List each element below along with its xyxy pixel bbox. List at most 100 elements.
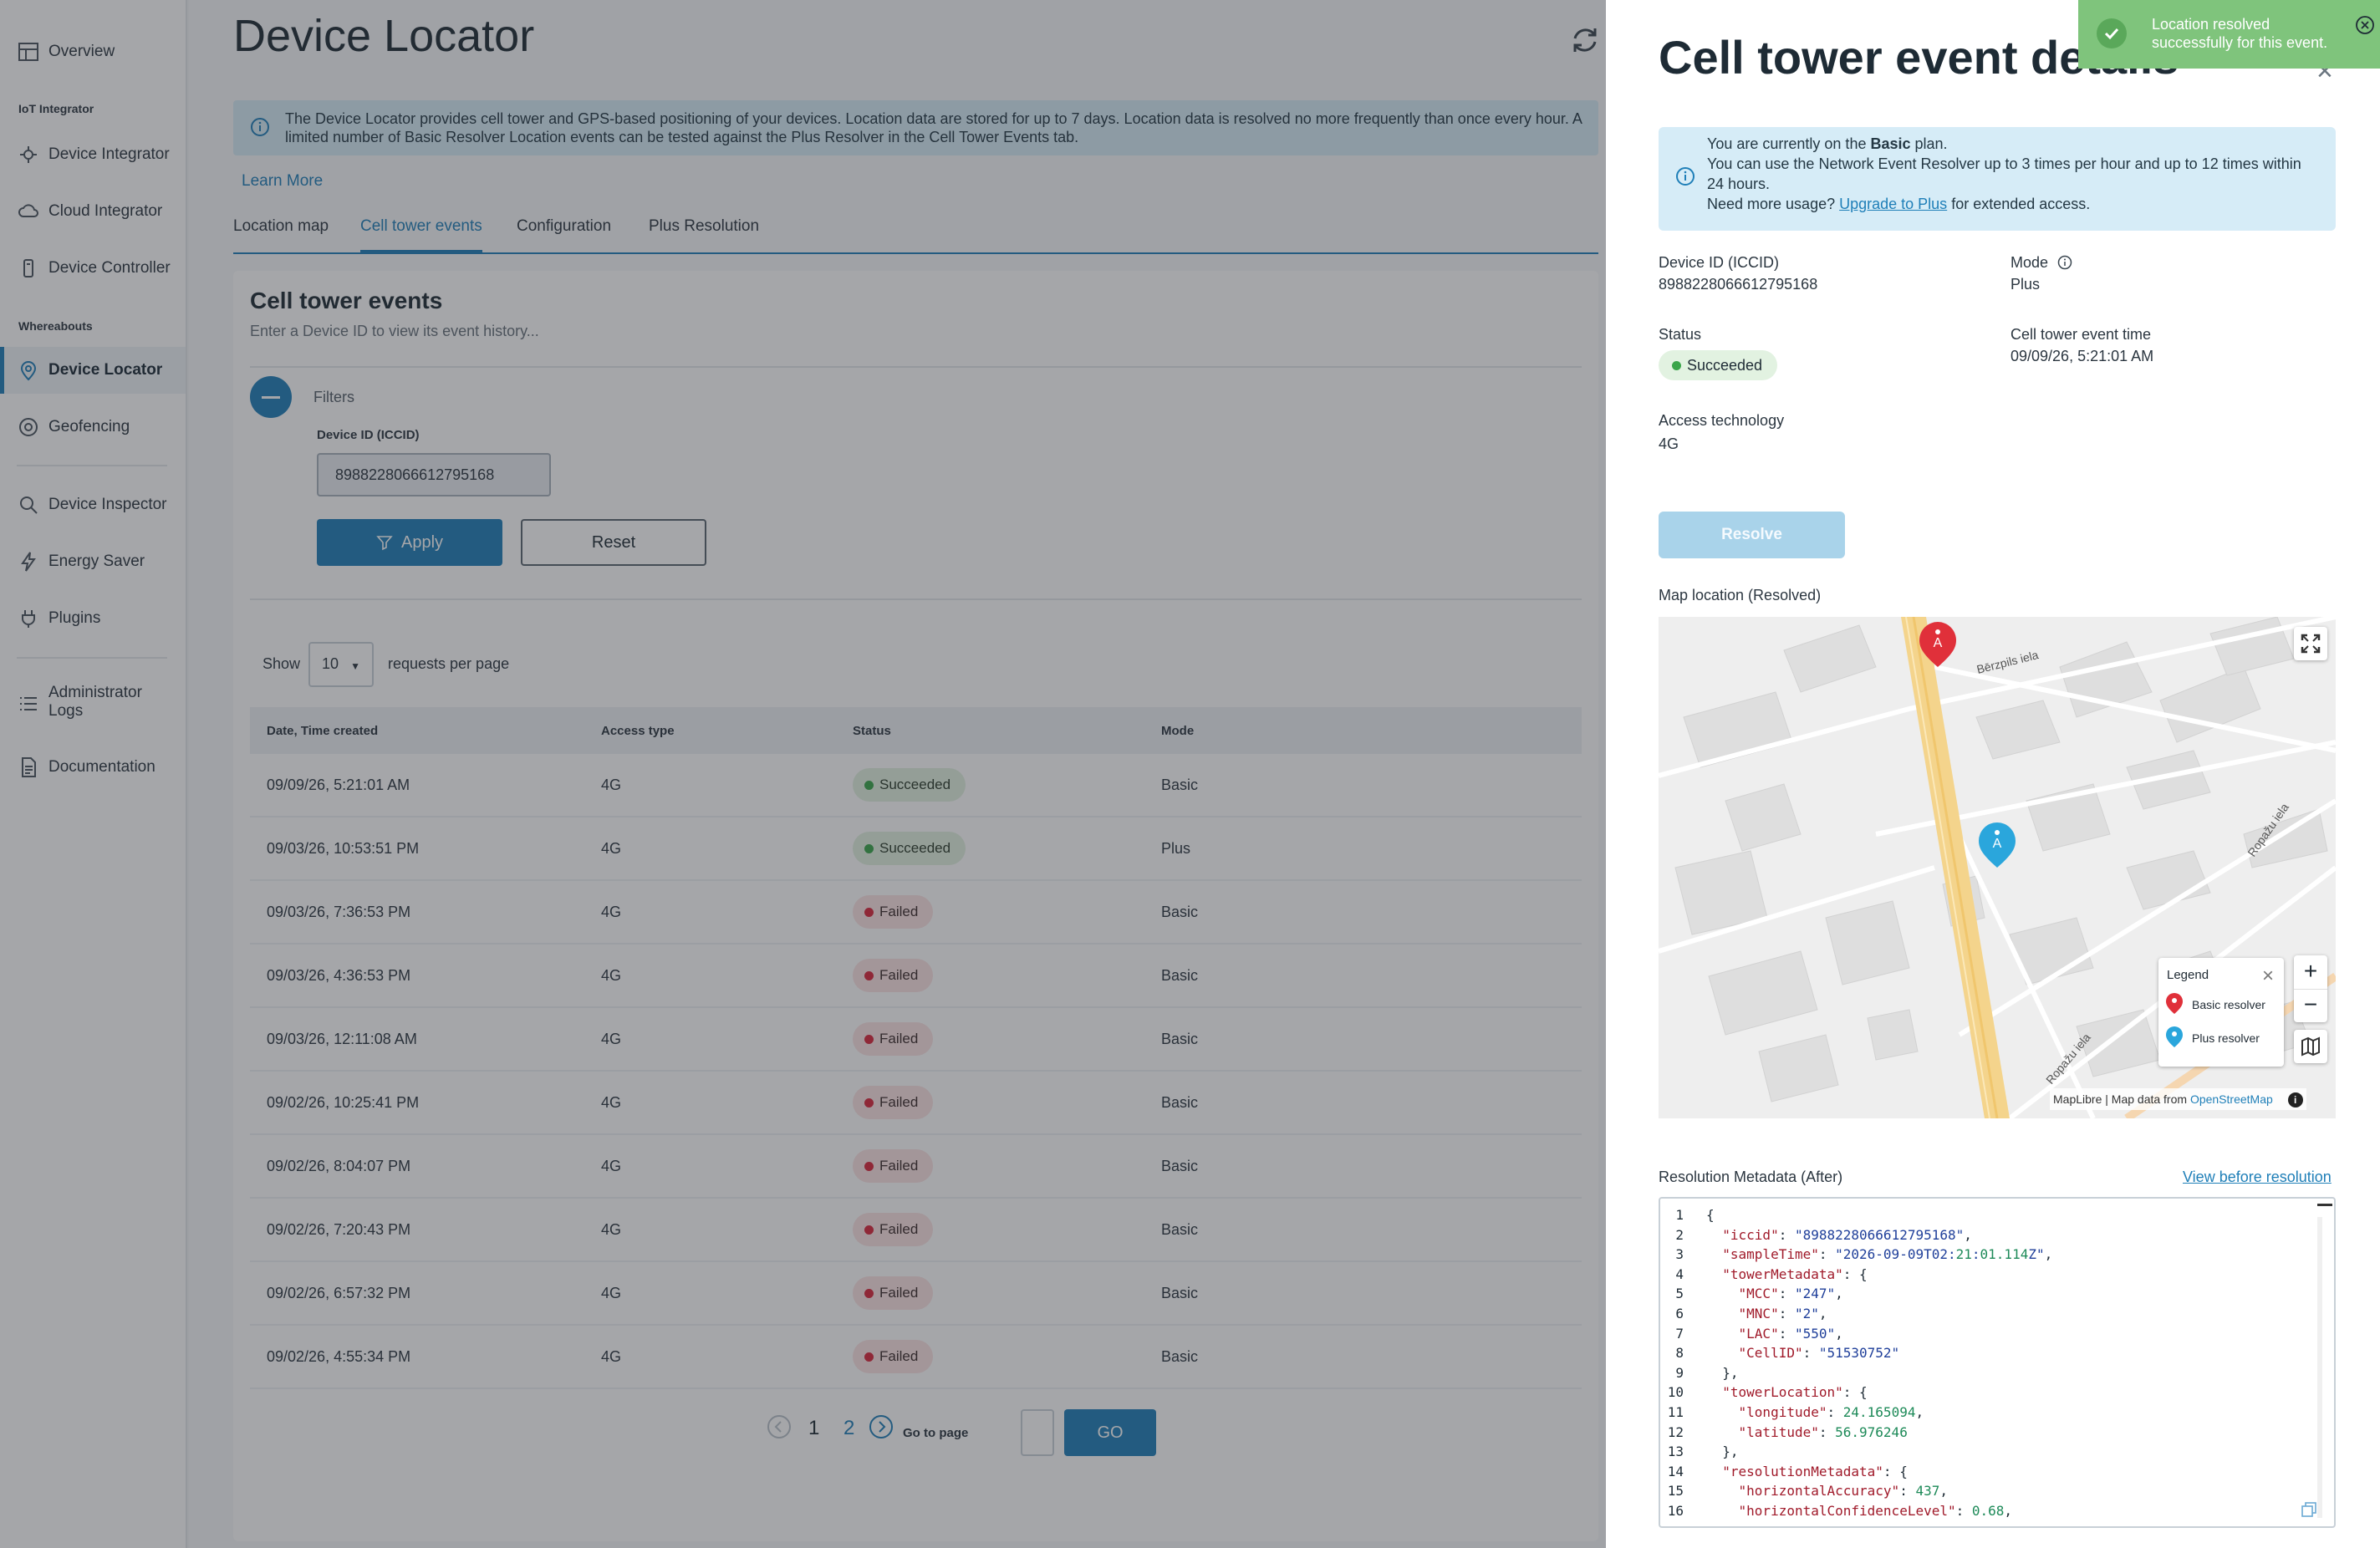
event-time-label: Cell tower event time [2011, 326, 2152, 343]
line-number: 5 [1675, 1286, 1684, 1302]
legend-close-icon[interactable]: × [2262, 965, 2274, 988]
code-line: 3 "sampleTime": "2026-09-09T02:21:01.114… [1660, 1246, 2296, 1266]
zoom-controls: + − [2294, 955, 2327, 1022]
code-line: 4 "towerMetadata": { [1660, 1266, 2296, 1286]
event-time-value: 09/09/26, 5:21:01 AM [2011, 348, 2154, 364]
code-line: 10 "towerLocation": { [1660, 1384, 2296, 1404]
access-tech-label: Access technology [1659, 412, 1785, 429]
map-attribution: MapLibre | Map data from OpenStreetMap i [2050, 1088, 2306, 1110]
copy-icon[interactable] [2299, 1500, 2319, 1520]
code-line: 1{ [1660, 1207, 2296, 1227]
info-icon [1675, 166, 1695, 191]
plan-line-3: Need more usage? Upgrade to Plus for ext… [1707, 194, 2319, 214]
line-number: 13 [1667, 1444, 1684, 1460]
plan-info-box: You are currently on the Basic plan. You… [1659, 127, 2336, 231]
line-number: 10 [1667, 1384, 1684, 1401]
mode-label-text: Mode [2011, 254, 2049, 271]
code-text: "resolutionMetadata": { [1722, 1463, 1908, 1479]
expand-icon [2301, 634, 2321, 654]
code-line: 2 "iccid": "8988228066612795168", [1660, 1227, 2296, 1247]
code-line: 9 }, [1660, 1365, 2296, 1385]
toast-line-2: successfully for this event. [2152, 34, 2328, 51]
code-text: "towerMetadata": { [1722, 1265, 1868, 1282]
code-text: "iccid": "8988228066612795168", [1722, 1226, 1972, 1243]
close-icon[interactable] [2355, 15, 2375, 35]
metadata-code-viewer[interactable]: 1{2 "iccid": "8988228066612795168", 3 "sa… [1659, 1197, 2336, 1528]
code-text: "horizontalAccuracy": 437, [1738, 1483, 1948, 1500]
line-number: 9 [1675, 1364, 1684, 1381]
fullscreen-button[interactable] [2294, 627, 2327, 660]
line-number: 12 [1667, 1423, 1684, 1440]
code-text: "towerLocation": { [1722, 1384, 1868, 1401]
check-circle-icon [2097, 18, 2127, 48]
basic-resolver-legend-icon [2166, 993, 2183, 1014]
resolve-button[interactable]: Resolve [1659, 512, 1845, 558]
attribution-text: MapLibre | Map data from [2053, 1092, 2190, 1106]
plan-line-1: You are currently on the Basic plan. [1707, 134, 2319, 154]
plan-text: You are currently on the [1707, 135, 1871, 152]
code-line: 7 "LAC": "550", [1660, 1326, 2296, 1346]
upgrade-link[interactable]: Upgrade to Plus [1839, 196, 1947, 212]
line-number: 14 [1667, 1463, 1684, 1479]
zoom-in-button[interactable]: + [2294, 955, 2327, 989]
line-number: 8 [1675, 1345, 1684, 1362]
code-text: "CellID": "51530752" [1738, 1345, 1900, 1362]
line-number: 4 [1675, 1265, 1684, 1282]
resolved-location-map[interactable]: Bērzpils iela Ropažu iela Ropažu iela A … [1659, 617, 2336, 1118]
openstreetmap-link[interactable]: OpenStreetMap [2190, 1092, 2273, 1106]
collapse-icon[interactable] [2317, 1204, 2332, 1206]
status-label: Status [1659, 326, 1702, 343]
app: Overview IoT Integrator Device Integrato… [0, 0, 2380, 1548]
line-number: 7 [1675, 1325, 1684, 1342]
code-text: "longitude": 24.165094, [1738, 1404, 1924, 1420]
resolution-metadata-label: Resolution Metadata (After) [1659, 1169, 1843, 1185]
line-number: 15 [1667, 1483, 1684, 1500]
code-text: "horizontalConfidenceLevel": 0.68, [1738, 1503, 2013, 1519]
device-id-value: 8988228066612795168 [1659, 276, 1818, 293]
code-line: 15 "horizontalAccuracy": 437, [1660, 1483, 2296, 1503]
code-line: 16 "horizontalConfidenceLevel": 0.68, [1660, 1503, 2296, 1523]
plan-name: Basic [1870, 135, 1911, 152]
legend-basic-label: Basic resolver [2192, 998, 2265, 1011]
code-text: "MNC": "2", [1738, 1306, 1827, 1321]
code-line: 8 "CellID": "51530752" [1660, 1345, 2296, 1365]
plan-text: for extended access. [1947, 196, 2091, 212]
mode-label: Mode [2011, 254, 2072, 272]
info-icon[interactable] [2057, 255, 2072, 270]
toast-line-1: Location resolved [2152, 16, 2270, 33]
code-text: "sampleTime": "2026-09-09T02:21:01.114Z"… [1722, 1246, 2053, 1263]
plan-text: plan. [1910, 135, 1948, 152]
svg-text:A: A [1993, 837, 2002, 851]
code-text: "LAC": "550", [1738, 1325, 1843, 1342]
code-line: 5 "MCC": "247", [1660, 1286, 2296, 1306]
plan-text: Need more usage? [1707, 196, 1840, 212]
code-text: { [1706, 1207, 1715, 1223]
mode-value: Plus [2011, 276, 2041, 293]
line-number: 2 [1675, 1226, 1684, 1243]
code-text: "MCC": "247", [1738, 1286, 1843, 1302]
map-style-button[interactable] [2294, 1030, 2327, 1063]
code-line: 6 "MNC": "2", [1660, 1306, 2296, 1326]
code-text: "latitude": 56.976246 [1738, 1423, 1908, 1440]
map-legend: Legend × Basic resolver Plus resolver [2158, 958, 2284, 1067]
code-text: }, [1706, 1444, 1739, 1460]
legend-title: Legend [2167, 968, 2209, 982]
device-id-label: Device ID (ICCID) [1659, 254, 1780, 271]
zoom-out-button[interactable]: − [2294, 989, 2327, 1022]
event-details-drawer: Cell tower event details × You are curre… [1606, 0, 2380, 1548]
scrollbar[interactable] [2317, 1217, 2322, 1518]
line-number: 1 [1675, 1207, 1684, 1223]
map-label: Map location (Resolved) [1659, 587, 1822, 603]
legend-plus-label: Plus resolver [2192, 1031, 2260, 1045]
line-number: 3 [1675, 1246, 1684, 1263]
modal-backdrop[interactable] [0, 0, 1606, 1548]
map-icon [2301, 1036, 2320, 1057]
access-tech-value: 4G [1659, 435, 1679, 452]
line-number: 6 [1675, 1306, 1684, 1321]
code-line: 11 "longitude": 24.165094, [1660, 1404, 2296, 1424]
plan-line-2: You can use the Network Event Resolver u… [1707, 155, 2301, 192]
view-before-resolution-link[interactable]: View before resolution [2183, 1169, 2332, 1186]
plus-resolver-legend-icon [2166, 1026, 2183, 1047]
attribution-info-icon[interactable]: i [2287, 1092, 2303, 1108]
code-line: 13 }, [1660, 1444, 2296, 1464]
